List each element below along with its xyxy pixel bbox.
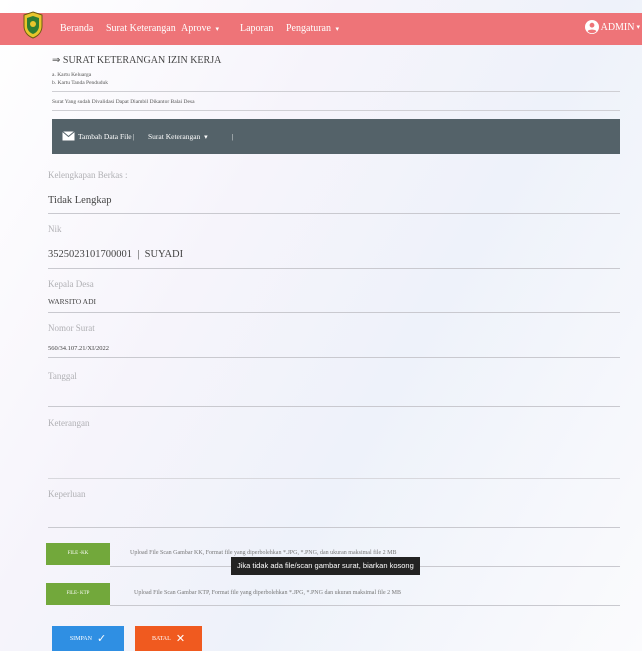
close-icon: ✕: [175, 633, 186, 645]
chevron-down-icon: ▾: [204, 133, 208, 141]
add-file-button[interactable]: Tambah Data File: [78, 132, 132, 141]
save-button[interactable]: SIMPAN ✓: [52, 626, 124, 651]
kepala-desa-input[interactable]: WARSITO ADI: [48, 297, 96, 306]
nav-aprove-label: Aprove: [181, 23, 211, 34]
top-navbar: Beranda Surat Keterangan Aprove ▾ Lapora…: [0, 11, 642, 45]
requirement-ktp: b. Kartu Tanda Penduduk: [52, 80, 109, 86]
file-kk-description: Upload File Scan Gambar KK, Format file …: [130, 550, 397, 556]
field-underline: [48, 312, 620, 313]
keterangan-input[interactable]: [48, 478, 620, 479]
letter-type-label: Surat Keterangan: [148, 132, 201, 141]
kelengkapan-value: Tidak Lengkap: [48, 195, 112, 206]
nav-pengaturan-dropdown[interactable]: Pengaturan ▾: [286, 23, 339, 34]
field-underline: [48, 213, 620, 214]
user-circle-icon: [584, 20, 599, 34]
requirement-kk: a. Kartu Keluarga: [52, 72, 92, 78]
toolbar-separator: |: [232, 132, 234, 141]
nav-aprove-dropdown[interactable]: Aprove ▾: [181, 23, 219, 34]
field-underline: [48, 357, 620, 358]
field-underline: [110, 605, 620, 606]
cancel-label: BATAL: [151, 635, 171, 642]
nik-input[interactable]: 3525023101700001 | SUYADI: [48, 249, 183, 260]
user-menu[interactable]: ADMIN ▾: [584, 20, 640, 34]
nav-beranda[interactable]: Beranda: [60, 23, 93, 34]
page-title: ⇒ SURAT KETERANGAN IZIN KERJA: [52, 55, 222, 66]
toolbar-separator: |: [133, 132, 135, 141]
validation-note: Surat Yang sudah Divalidasi Dapat Diambi…: [52, 99, 195, 105]
keperluan-label: Keperluan: [48, 489, 86, 499]
envelope-icon: [62, 131, 75, 141]
chevron-down-icon: ▾: [215, 25, 220, 33]
save-label: SIMPAN: [69, 635, 92, 642]
tanggal-label: Tanggal: [48, 371, 77, 381]
nav-laporan[interactable]: Laporan: [240, 23, 273, 34]
upload-tooltip: Jika tidak ada file/scan gambar surat, b…: [231, 557, 420, 575]
tanggal-input[interactable]: [48, 406, 620, 407]
nav-pengaturan-label: Pengaturan: [286, 23, 331, 34]
chevron-down-icon: ▾: [636, 23, 640, 31]
nomor-surat-label: Nomor Surat: [48, 323, 95, 333]
divider: [52, 91, 620, 92]
field-underline: [48, 268, 620, 269]
divider: [52, 110, 620, 111]
letter-type-dropdown[interactable]: Surat Keterangan ▾: [148, 132, 208, 141]
checkmark-icon: ✓: [96, 633, 107, 645]
keperluan-input[interactable]: [48, 527, 620, 528]
user-name: ADMIN: [600, 21, 635, 33]
nik-label: Nik: [48, 224, 62, 234]
file-kk-button[interactable]: FILE -KK: [46, 543, 110, 565]
file-ktp-button[interactable]: FILE- KTP: [46, 583, 110, 605]
nomor-surat-input[interactable]: 560/34.107.21/XI/2022: [48, 345, 109, 352]
nav-surat-keterangan[interactable]: Surat Keterangan: [106, 23, 176, 34]
action-toolbar: Tambah Data File | Surat Keterangan ▾ |: [52, 119, 620, 154]
cancel-button[interactable]: BATAL ✕: [135, 626, 202, 651]
keterangan-label: Keterangan: [48, 418, 90, 428]
kepala-desa-label: Kepala Desa: [48, 279, 94, 289]
file-ktp-description: Upload File Scan Gambar KTP, Format file…: [134, 590, 401, 596]
village-logo-icon[interactable]: [22, 11, 44, 39]
kelengkapan-label: Kelengkapan Berkas :: [48, 170, 128, 180]
chevron-down-icon: ▾: [335, 25, 340, 33]
